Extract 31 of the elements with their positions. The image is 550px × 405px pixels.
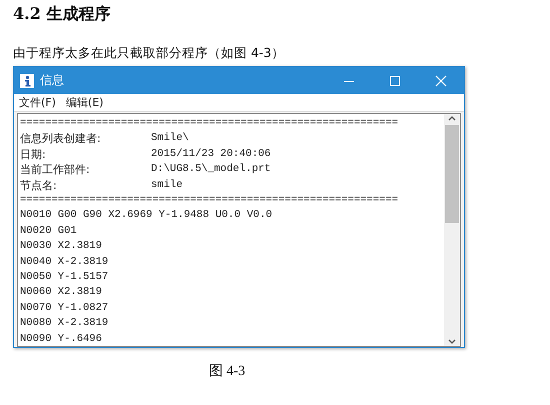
code-line: N0060 X2.3819: [20, 285, 103, 300]
info-icon: [20, 74, 34, 88]
field-value: D:\UG8.5\_model.prt: [151, 162, 272, 178]
field-value: 2015/11/23 20:40:06: [151, 146, 272, 162]
field-label: 当前工作部件:: [20, 162, 91, 178]
code-line: N0070 Y-1.0827: [20, 300, 110, 316]
paragraph: 由于程序太多在此只截取部分程序（如图 4-3）: [13, 45, 286, 62]
field-label: 日期:: [20, 146, 47, 162]
code-line: N0090 Y-.6496: [20, 332, 103, 346]
field-value: Smile\: [151, 131, 190, 146]
window-title: 信息: [40, 72, 65, 89]
code-line: N0010 G00 G90 X2.6969 Y-1.9488 U0.0 V0.0: [20, 208, 274, 224]
scrollbar[interactable]: [444, 114, 460, 346]
text-area[interactable]: [17, 113, 461, 347]
figure-caption: 图 4-3: [209, 363, 246, 380]
code-line: N0040 X-2.3819: [20, 254, 110, 270]
separator-line: ============================================================: [20, 193, 400, 208]
field-label: 信息列表创建者:: [20, 131, 102, 147]
field-value: smile: [151, 178, 184, 193]
code-line: N0080 X-2.3819: [20, 316, 110, 332]
scroll-down-icon[interactable]: [448, 339, 456, 344]
section-heading: 4.2 生成程序: [13, 4, 112, 25]
menu-item[interactable]: 文件(F): [19, 95, 56, 110]
menu-item[interactable]: 编辑(E): [66, 95, 104, 110]
separator-line: ============================================================: [20, 116, 400, 131]
code-line: N0020 G01: [20, 224, 78, 239]
field-label: 节点名:: [20, 178, 58, 194]
scroll-up-icon[interactable]: [448, 116, 456, 121]
code-line: N0050 Y-1.5157: [20, 270, 110, 286]
code-line: N0030 X2.3819: [20, 239, 103, 254]
scroll-thumb[interactable]: [445, 125, 459, 223]
